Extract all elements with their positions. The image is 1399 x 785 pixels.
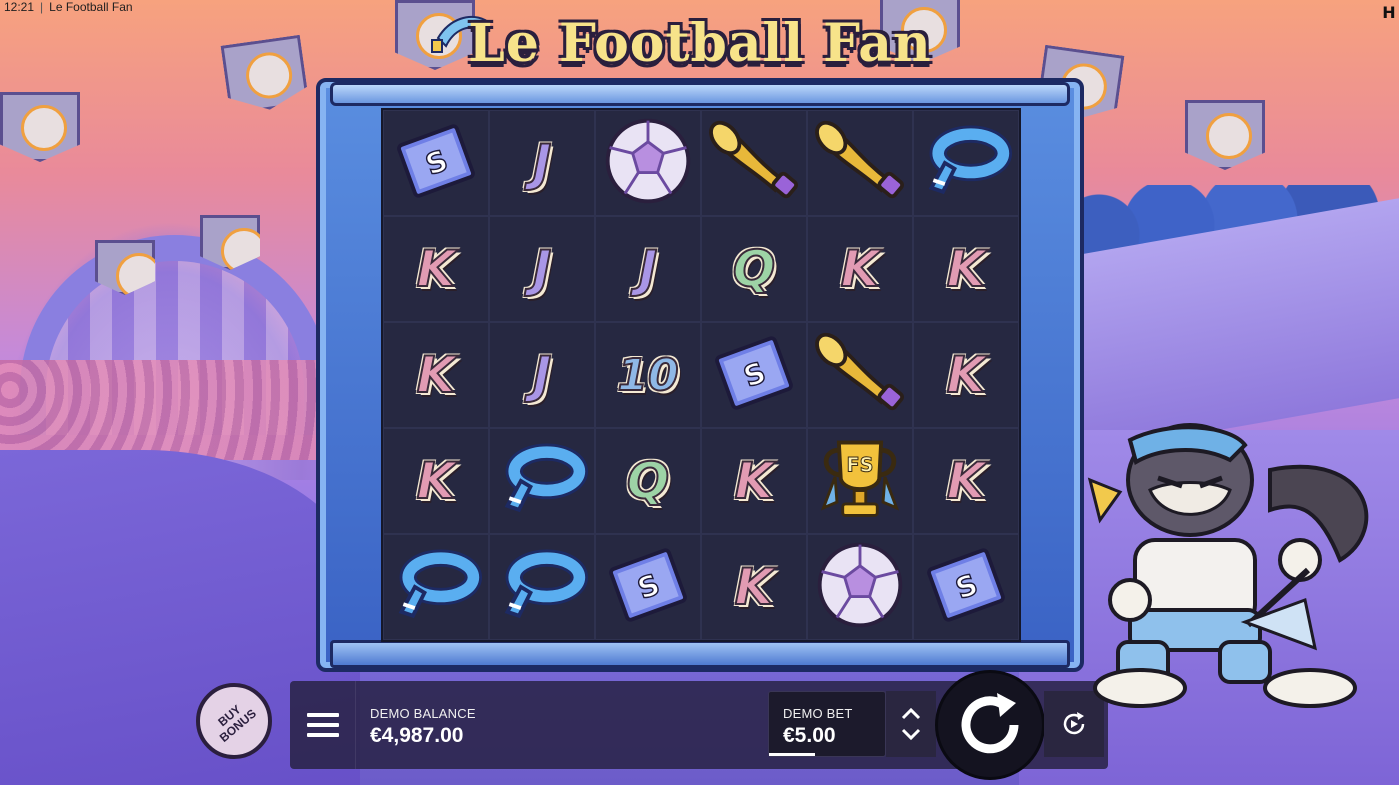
horn-symbol-icon	[812, 325, 908, 426]
crowd	[0, 360, 345, 460]
raccoon-mascot	[1087, 423, 1369, 708]
bunting-flag	[221, 35, 310, 115]
reel-cell: K	[383, 216, 489, 322]
symbol-k: K	[416, 239, 457, 299]
trophy-symbol-icon: FS	[812, 431, 908, 532]
reel-cell: S	[913, 534, 1019, 640]
horn-symbol-icon	[812, 113, 908, 214]
reel-cell	[701, 110, 807, 216]
symbol-k: K	[840, 239, 881, 299]
reel-cell: J	[489, 322, 595, 428]
buy-bonus-label: BUY BONUS	[215, 702, 259, 745]
reel-cell	[489, 428, 595, 534]
reel-cell	[913, 110, 1019, 216]
scarf-symbol-icon	[388, 537, 484, 638]
window-title: Le Football Fan	[49, 0, 133, 14]
buy-bonus-button[interactable]: BUY BONUS	[196, 683, 272, 759]
reel-cell: 10	[595, 322, 701, 428]
clock-time: 12:21	[4, 0, 35, 14]
reel-cell: K	[913, 428, 1019, 534]
reel-cell	[807, 534, 913, 640]
ticket-symbol-icon: S	[388, 113, 484, 214]
bet-level-bar	[769, 753, 816, 756]
spin-arrow-icon	[961, 693, 1019, 754]
symbol-k: K	[416, 451, 457, 511]
reel-cell: K	[807, 216, 913, 322]
reel-cell: K	[701, 428, 807, 534]
scarf-symbol-icon	[918, 113, 1014, 214]
reel-cell	[807, 110, 913, 216]
bet-adjust	[886, 691, 936, 757]
ticket-symbol-icon: S	[706, 325, 802, 426]
reel-cell: J	[595, 216, 701, 322]
reel-cell: S	[701, 322, 807, 428]
reel-cell: FS	[807, 428, 913, 534]
reel-grid: S J K J J Q K K K J 10 S K K Q K FS K S K S	[381, 108, 1021, 642]
reel-frame-top	[330, 82, 1070, 106]
reel-cell: K	[383, 428, 489, 534]
symbol-10: 10	[616, 349, 679, 402]
ticket-symbol-icon: S	[918, 537, 1014, 638]
bunting-flag	[0, 92, 80, 162]
chevron-down-icon[interactable]	[900, 727, 922, 741]
symbol-k: K	[946, 451, 987, 511]
symbol-k: K	[734, 557, 775, 617]
hamburger-menu-icon	[306, 713, 339, 737]
reel-cell	[489, 534, 595, 640]
balance-display: DEMO BALANCE €4,987.00	[370, 706, 476, 748]
symbol-k: K	[946, 239, 987, 299]
chevron-up-icon[interactable]	[900, 707, 922, 721]
symbol-k: K	[734, 451, 775, 511]
status-bar: 12:21 | Le Football Fan	[4, 0, 133, 14]
reel-cell: K	[913, 216, 1019, 322]
reel-cell: S	[383, 110, 489, 216]
reel-cell	[383, 534, 489, 640]
ticket-symbol-icon: S	[600, 537, 696, 638]
reel-cell	[807, 322, 913, 428]
game-title: Le Football Fan	[468, 12, 932, 74]
symbol-j: J	[638, 239, 659, 299]
reel-cell: Q	[595, 428, 701, 534]
scarf-symbol-icon	[494, 537, 590, 638]
reel-cell: K	[701, 534, 807, 640]
reel-cell: Q	[701, 216, 807, 322]
horn-symbol-icon	[706, 113, 802, 214]
svg-text:FS: FS	[847, 453, 874, 476]
spin-button[interactable]	[935, 670, 1045, 780]
balance-value: €4,987.00	[370, 724, 464, 747]
reel-frame-bottom	[330, 640, 1070, 668]
reel-cell: J	[489, 110, 595, 216]
symbol-j: J	[532, 345, 553, 405]
reel-cell: S	[595, 534, 701, 640]
symbol-q: Q	[626, 451, 670, 511]
balance-label: DEMO BALANCE	[370, 706, 476, 721]
bet-value: €5.00	[783, 724, 836, 747]
reel-cell: K	[383, 322, 489, 428]
reel-cell: K	[913, 322, 1019, 428]
reel-cell: J	[489, 216, 595, 322]
reel-cell	[595, 110, 701, 216]
symbol-k: K	[946, 345, 987, 405]
ball-symbol-icon	[812, 537, 908, 638]
symbol-k: K	[416, 345, 457, 405]
menu-button[interactable]	[290, 681, 356, 769]
provider-logo: H	[1382, 3, 1396, 22]
bet-label: DEMO BET	[783, 706, 853, 721]
symbol-q: Q	[732, 239, 776, 299]
symbol-j: J	[532, 133, 553, 193]
scarf-symbol-icon	[494, 431, 590, 532]
bunting-flag	[1185, 100, 1265, 170]
bet-display[interactable]: DEMO BET €5.00	[768, 691, 886, 757]
symbol-j: J	[532, 239, 553, 299]
ball-symbol-icon	[600, 113, 696, 214]
